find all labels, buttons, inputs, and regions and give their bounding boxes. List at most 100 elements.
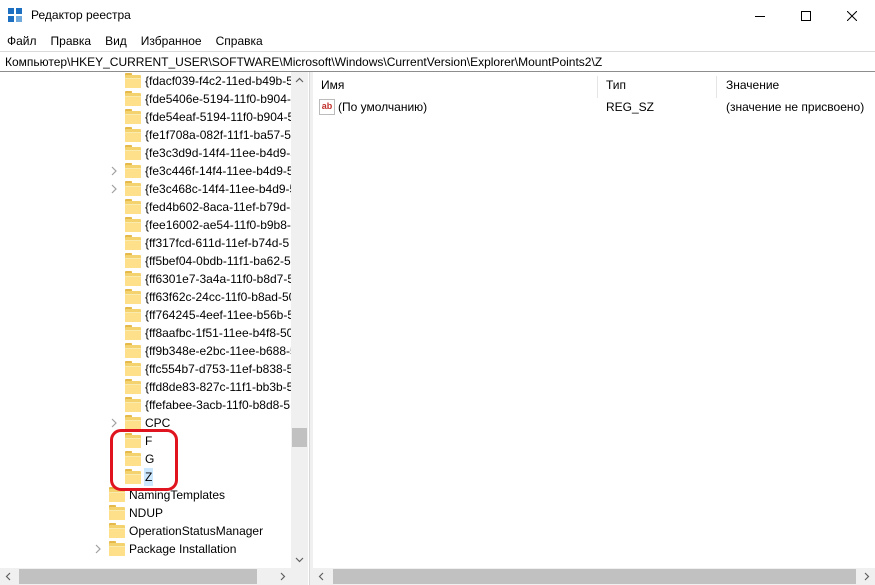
tree-item[interactable]: {ff6301e7-3a4a-11f0-b8d7-5 bbox=[108, 270, 295, 288]
close-button[interactable] bbox=[829, 0, 875, 31]
expand-chevron-icon[interactable] bbox=[108, 180, 120, 198]
tree-item-label: {ff63f62c-24cc-11f0-b8ad-50 bbox=[145, 290, 296, 304]
value-type: REG_SZ bbox=[606, 100, 655, 114]
tree-item[interactable]: Package Installation bbox=[92, 540, 237, 558]
tree-item[interactable]: {fdacf039-f4c2-11ed-b49b-5 bbox=[108, 72, 294, 90]
folder-icon bbox=[125, 252, 141, 268]
tree-item[interactable]: {fee16002-ae54-11f0-b9b8-5 bbox=[108, 216, 299, 234]
tree-item-label: {ff764245-4eef-11ee-b56b-5 bbox=[145, 308, 295, 322]
tree-item[interactable]: {fe3c446f-14f4-11ee-b4d9-5 bbox=[108, 162, 295, 180]
registry-editor-icon bbox=[8, 8, 24, 24]
tree-item[interactable]: NDUP bbox=[92, 504, 164, 522]
tree-item-label: {fe3c3d9d-14f4-11ee-b4d9-5 bbox=[145, 146, 297, 160]
expand-chevron-icon[interactable] bbox=[108, 162, 120, 180]
tree-vertical-scroll-thumb[interactable] bbox=[292, 428, 307, 447]
tree-item[interactable]: {ff5bef04-0bdb-11f1-ba62-5 bbox=[108, 252, 292, 270]
maximize-button[interactable] bbox=[783, 0, 829, 31]
menu-edit[interactable]: Правка bbox=[44, 31, 99, 51]
folder-icon bbox=[109, 540, 125, 556]
tree-item-label: {ffefabee-3acb-11f0-b8d8-5 bbox=[145, 398, 291, 412]
address-path[interactable]: Компьютер\HKEY_CURRENT_USER\SOFTWARE\Mic… bbox=[5, 55, 602, 69]
string-value-icon: ab bbox=[319, 99, 335, 115]
folder-icon bbox=[125, 108, 141, 124]
folder-icon bbox=[125, 72, 141, 88]
tree-item-label: {ff6301e7-3a4a-11f0-b8d7-5 bbox=[145, 272, 295, 286]
folder-icon bbox=[109, 522, 125, 538]
key-tree[interactable]: {fdacf039-f4c2-11ed-b49b-5 {fde5406e-5194… bbox=[0, 72, 309, 568]
tree-item[interactable]: OperationStatusManager bbox=[92, 522, 264, 540]
value-name: (По умолчанию) bbox=[338, 100, 428, 114]
tree-item-label: {fe3c468c-14f4-11ee-b4d9-5 bbox=[145, 182, 297, 196]
tree-item-label: NDUP bbox=[129, 506, 164, 520]
values-horizontal-scrollbar[interactable] bbox=[313, 568, 875, 585]
values-list[interactable]: Имя Тип Значение ab (По умолчанию) REG_S… bbox=[313, 72, 875, 568]
column-divider[interactable] bbox=[716, 76, 717, 98]
tree-item[interactable]: {fe1f708a-082f-11f1-ba57-50 bbox=[108, 126, 299, 144]
scroll-left-icon bbox=[318, 572, 324, 581]
folder-icon bbox=[125, 162, 141, 178]
folder-icon bbox=[125, 288, 141, 304]
address-bar[interactable]: Компьютер\HKEY_CURRENT_USER\SOFTWARE\Mic… bbox=[0, 51, 875, 72]
folder-icon bbox=[125, 198, 141, 214]
tree-item[interactable]: {ffc554b7-d753-11ef-b838-5 bbox=[108, 360, 294, 378]
column-divider[interactable] bbox=[597, 76, 598, 98]
tree-item[interactable]: {ff317fcd-611d-11ef-b74d-5 bbox=[108, 234, 290, 252]
folder-icon bbox=[125, 216, 141, 232]
column-header-name[interactable]: Имя bbox=[321, 78, 344, 92]
folder-icon bbox=[125, 414, 141, 430]
tree-item[interactable]: {ff764245-4eef-11ee-b56b-5 bbox=[108, 306, 295, 324]
folder-icon bbox=[125, 270, 141, 286]
tree-item[interactable]: {ff8aafbc-1f51-11ee-b4f8-50 bbox=[108, 324, 294, 342]
tree-vertical-scrollbar[interactable] bbox=[291, 72, 308, 568]
folder-icon bbox=[125, 180, 141, 196]
folder-icon bbox=[125, 126, 141, 142]
tree-item[interactable]: {fde5406e-5194-11f0-b904-5 bbox=[108, 90, 299, 108]
folder-icon bbox=[125, 234, 141, 250]
value-row[interactable]: ab (По умолчанию) REG_SZ (значение не пр… bbox=[313, 98, 875, 116]
scroll-down-icon bbox=[295, 557, 304, 563]
tree-item-label: {fde5406e-5194-11f0-b904-5 bbox=[145, 92, 298, 106]
highlight-annotation bbox=[110, 429, 178, 491]
tree-item-label: {fee16002-ae54-11f0-b9b8-5 bbox=[145, 218, 298, 232]
tree-item[interactable]: {fe3c3d9d-14f4-11ee-b4d9-5 bbox=[108, 144, 298, 162]
menu-file[interactable]: Файл bbox=[0, 31, 44, 51]
tree-item[interactable]: {ffd8de83-827c-11f1-bb3b-5 bbox=[108, 378, 294, 396]
tree-item-label: {ff5bef04-0bdb-11f1-ba62-5 bbox=[145, 254, 291, 268]
tree-horizontal-scrollbar[interactable] bbox=[0, 568, 308, 585]
tree-item-label: {ff8aafbc-1f51-11ee-b4f8-50 bbox=[145, 326, 294, 340]
tree-item-label: {fdacf039-f4c2-11ed-b49b-5 bbox=[145, 74, 293, 88]
tree-horizontal-scroll-thumb[interactable] bbox=[19, 569, 257, 584]
menu-view[interactable]: Вид bbox=[98, 31, 134, 51]
menu-help[interactable]: Справка bbox=[209, 31, 270, 51]
menu-favorites[interactable]: Избранное bbox=[134, 31, 209, 51]
tree-item-label: Package Installation bbox=[129, 542, 237, 556]
tree-item-label: OperationStatusManager bbox=[129, 524, 264, 538]
tree-item[interactable]: {ffefabee-3acb-11f0-b8d8-5 bbox=[108, 396, 291, 414]
values-horizontal-scroll-thumb[interactable] bbox=[333, 569, 856, 584]
title-bar: Редактор реестра bbox=[0, 0, 875, 31]
tree-item[interactable]: {fe3c468c-14f4-11ee-b4d9-5 bbox=[108, 180, 297, 198]
folder-icon bbox=[125, 378, 141, 394]
minimize-button[interactable] bbox=[737, 0, 783, 31]
column-header-data[interactable]: Значение bbox=[726, 78, 779, 92]
tree-item[interactable]: {ff63f62c-24cc-11f0-b8ad-50 bbox=[108, 288, 296, 306]
column-header-type[interactable]: Тип bbox=[606, 78, 626, 92]
expand-chevron-icon[interactable] bbox=[92, 540, 104, 558]
tree-item[interactable]: {ff9b348e-e2bc-11ee-b688-5 bbox=[108, 342, 298, 360]
tree-item[interactable]: {fed4b602-8aca-11ef-b79d-5 bbox=[108, 198, 298, 216]
tree-item[interactable]: {fde54eaf-5194-11f0-b904-5 bbox=[108, 108, 295, 126]
tree-item-label: {ff317fcd-611d-11ef-b74d-5 bbox=[145, 236, 290, 250]
close-icon bbox=[847, 10, 857, 21]
